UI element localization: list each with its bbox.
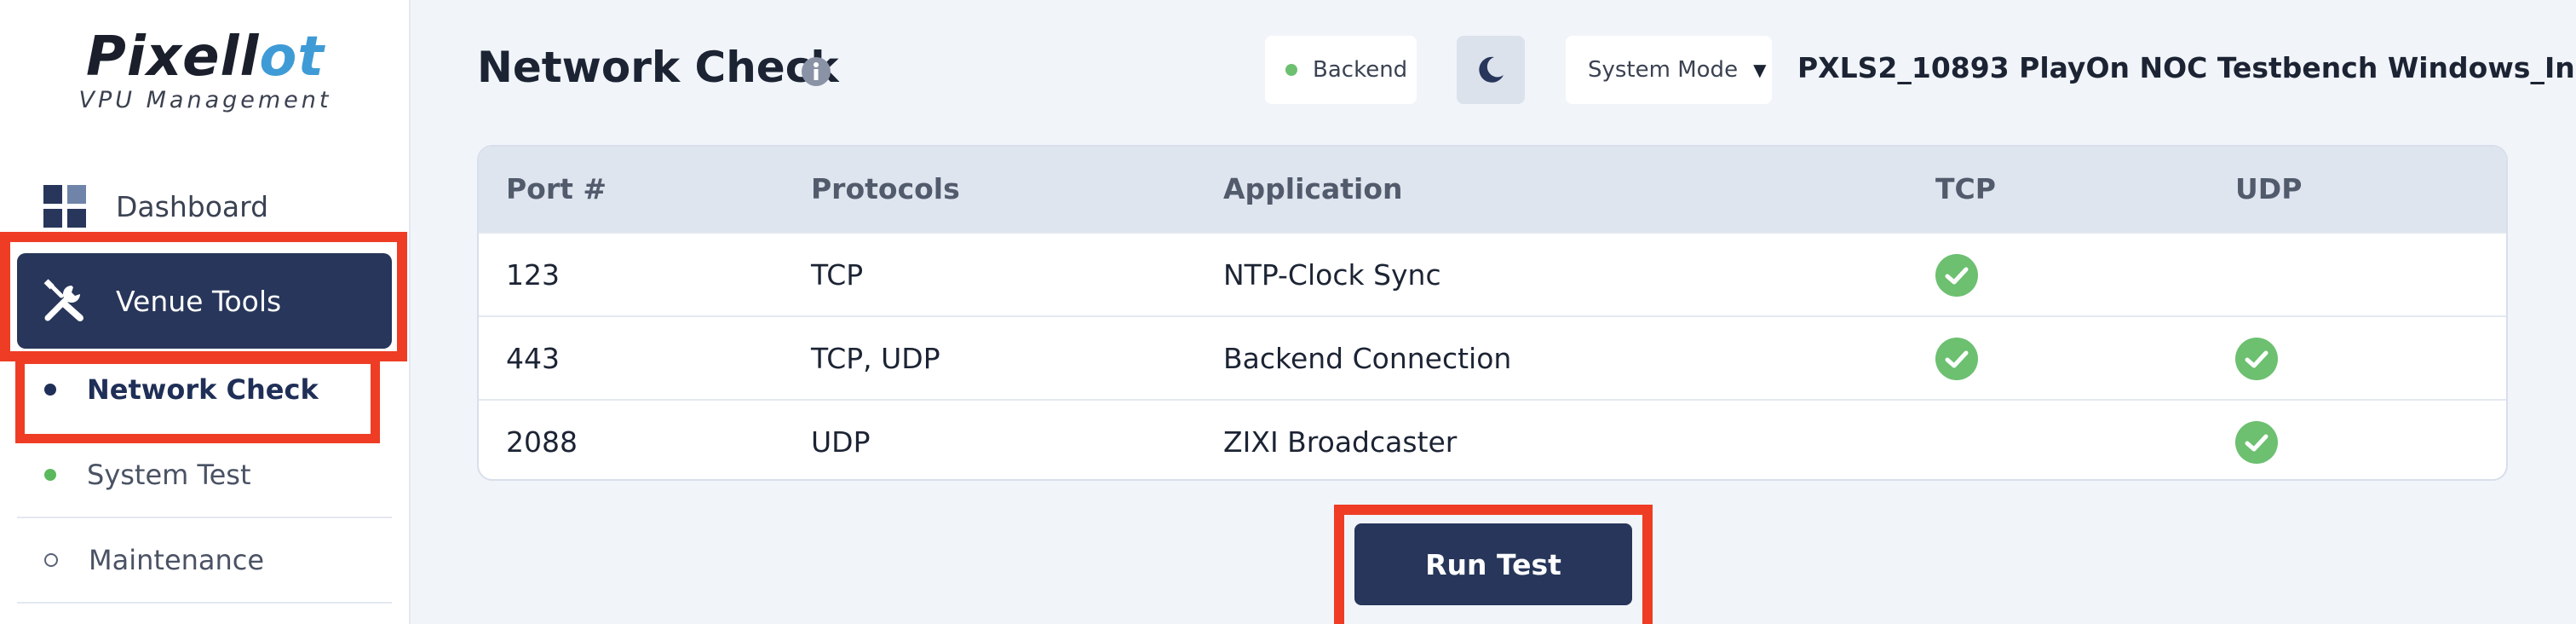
port-cell: 2088 <box>506 425 578 459</box>
moon-icon <box>1479 56 1504 83</box>
check-circle-icon <box>2235 421 2278 464</box>
page-title: Network Check <box>477 43 839 92</box>
table-row: 443 TCP, UDP Backend Connection <box>479 315 2506 401</box>
status-dot-icon <box>44 469 56 481</box>
sidebar: Pixellot VPU Management Dashboard Venue … <box>0 0 411 624</box>
dashboard-grid-icon <box>43 184 87 228</box>
port-cell: 123 <box>506 258 560 292</box>
column-header-udp: UDP <box>2235 172 2303 205</box>
device-name: PXLS2_10893 PlayOn NOC Testbench Windows… <box>1797 51 2576 84</box>
sidebar-subitem-system-test[interactable]: System Test <box>17 433 392 518</box>
sidebar-item-label: Dashboard <box>116 189 269 223</box>
system-mode-dropdown[interactable]: System Mode ▼ <box>1566 36 1772 104</box>
caret-down-icon: ▼ <box>1753 60 1767 80</box>
sidebar-subitem-label: System Test <box>87 459 251 491</box>
logo-wordmark: Pixellot <box>86 26 325 89</box>
backend-status-badge: Backend <box>1265 36 1417 104</box>
ports-table: Port # Protocols Application TCP UDP 123… <box>477 145 2508 481</box>
sidebar-subitem-maintenance[interactable]: Maintenance <box>17 518 392 604</box>
run-test-button[interactable]: Run Test <box>1354 523 1632 605</box>
port-cell: 443 <box>506 342 560 375</box>
table-row: 123 TCP NTP-Clock Sync <box>479 232 2506 317</box>
logo-subtitle: VPU Management <box>78 87 332 113</box>
theme-toggle-button[interactable] <box>1457 36 1525 104</box>
circle-outline-icon <box>44 553 58 567</box>
highlight-box <box>15 355 380 443</box>
info-icon[interactable] <box>801 56 831 87</box>
sidebar-subitem-label: Maintenance <box>89 544 265 576</box>
column-header-tcp: TCP <box>1935 172 1996 205</box>
column-header-protocols: Protocols <box>811 172 960 205</box>
highlight-box <box>0 232 407 361</box>
check-circle-icon <box>1935 338 1978 380</box>
table-row: 2088 UDP ZIXI Broadcaster <box>479 399 2506 479</box>
pixellot-logo: Pixellot VPU Management <box>65 26 346 119</box>
check-circle-icon <box>2235 338 2278 380</box>
application-cell: Backend Connection <box>1223 342 1512 375</box>
table-header: Port # Protocols Application TCP UDP <box>479 147 2506 232</box>
protocols-cell: TCP <box>811 258 864 292</box>
protocols-cell: TCP, UDP <box>811 342 940 375</box>
protocols-cell: UDP <box>811 425 871 459</box>
column-header-application: Application <box>1223 172 1403 205</box>
system-mode-label: System Mode <box>1588 57 1739 83</box>
backend-label: Backend <box>1313 57 1408 83</box>
check-circle-icon <box>1935 254 1978 297</box>
application-cell: ZIXI Broadcaster <box>1223 425 1458 459</box>
column-header-port: Port # <box>506 172 607 205</box>
status-dot-icon <box>1285 64 1297 76</box>
application-cell: NTP-Clock Sync <box>1223 258 1441 292</box>
